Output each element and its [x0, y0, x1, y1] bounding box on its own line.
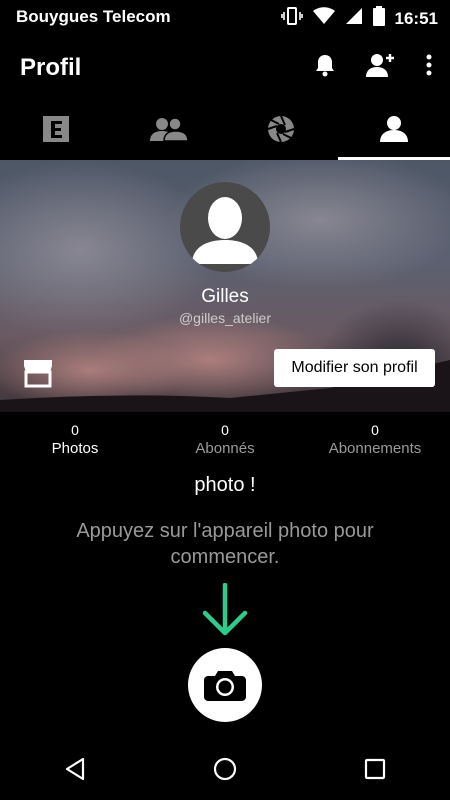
stat-label: Abonnés: [195, 440, 255, 457]
profile-name: Gilles: [201, 286, 249, 307]
down-arrow-icon: [201, 582, 249, 637]
tab-friends[interactable]: [113, 102, 226, 160]
wifi-icon: [312, 7, 335, 30]
status-bar: Bouygues Telecom 16:51: [0, 0, 450, 34]
page-title: Profil: [20, 54, 82, 81]
battery-icon: [372, 6, 385, 31]
recents-square-icon: [364, 758, 386, 780]
vibrate-icon: [280, 6, 303, 31]
aperture-icon: [267, 115, 295, 148]
shop-button[interactable]: [22, 358, 54, 388]
stat-label: Photos: [51, 440, 99, 457]
camera-icon: [204, 671, 246, 701]
app-bar: Profil: [0, 34, 450, 102]
stat-value: 0: [221, 422, 229, 438]
clock: 16:51: [394, 8, 438, 28]
stat-value: 0: [371, 422, 379, 438]
notifications-bell-icon[interactable]: [314, 53, 336, 82]
overflow-menu-icon[interactable]: [426, 54, 432, 81]
app-actions: [314, 52, 432, 83]
storefront-icon: [24, 360, 52, 388]
profile-stats: 0 Photos 0 Abonnés 0 Abonnements: [0, 422, 450, 457]
friends-icon: [149, 116, 189, 147]
carrier-name: Bouygues Telecom: [16, 7, 171, 26]
edit-profile-button[interactable]: Modifier son profil: [274, 349, 435, 387]
editorial-e-icon: [43, 115, 70, 147]
default-avatar-icon: [192, 197, 258, 264]
camera-button[interactable]: [188, 648, 262, 722]
home-button[interactable]: [195, 744, 255, 794]
avatar[interactable]: [180, 182, 270, 272]
tab-camera-feed[interactable]: [225, 102, 338, 160]
stat-followers[interactable]: 0 Abonnés: [150, 422, 300, 457]
profile-handle: @gilles_atelier: [178, 310, 272, 326]
profile-cover: Gilles @gilles_atelier Modifier son prof…: [0, 160, 450, 412]
stat-photos[interactable]: 0 Photos: [0, 422, 150, 457]
home-circle-icon: [213, 757, 237, 781]
empty-state-heading: photo !: [194, 474, 256, 496]
stat-following[interactable]: 0 Abonnements: [300, 422, 450, 457]
stat-value: 0: [71, 422, 79, 438]
back-button[interactable]: [45, 744, 105, 794]
recents-button[interactable]: [345, 744, 405, 794]
tab-profile[interactable]: [337, 102, 450, 160]
system-nav-bar: [0, 738, 450, 800]
back-triangle-icon: [65, 757, 85, 781]
profile-icon: [379, 115, 408, 148]
tab-bar: [0, 102, 450, 160]
signal-icon: [345, 7, 363, 30]
empty-state-hint: Appuyez sur l'appareil photo pour commen…: [76, 520, 374, 568]
tab-editorial[interactable]: [0, 102, 113, 160]
stat-label: Abonnements: [328, 440, 422, 457]
status-icons: 16:51: [280, 6, 438, 31]
add-friend-icon[interactable]: [366, 52, 396, 83]
